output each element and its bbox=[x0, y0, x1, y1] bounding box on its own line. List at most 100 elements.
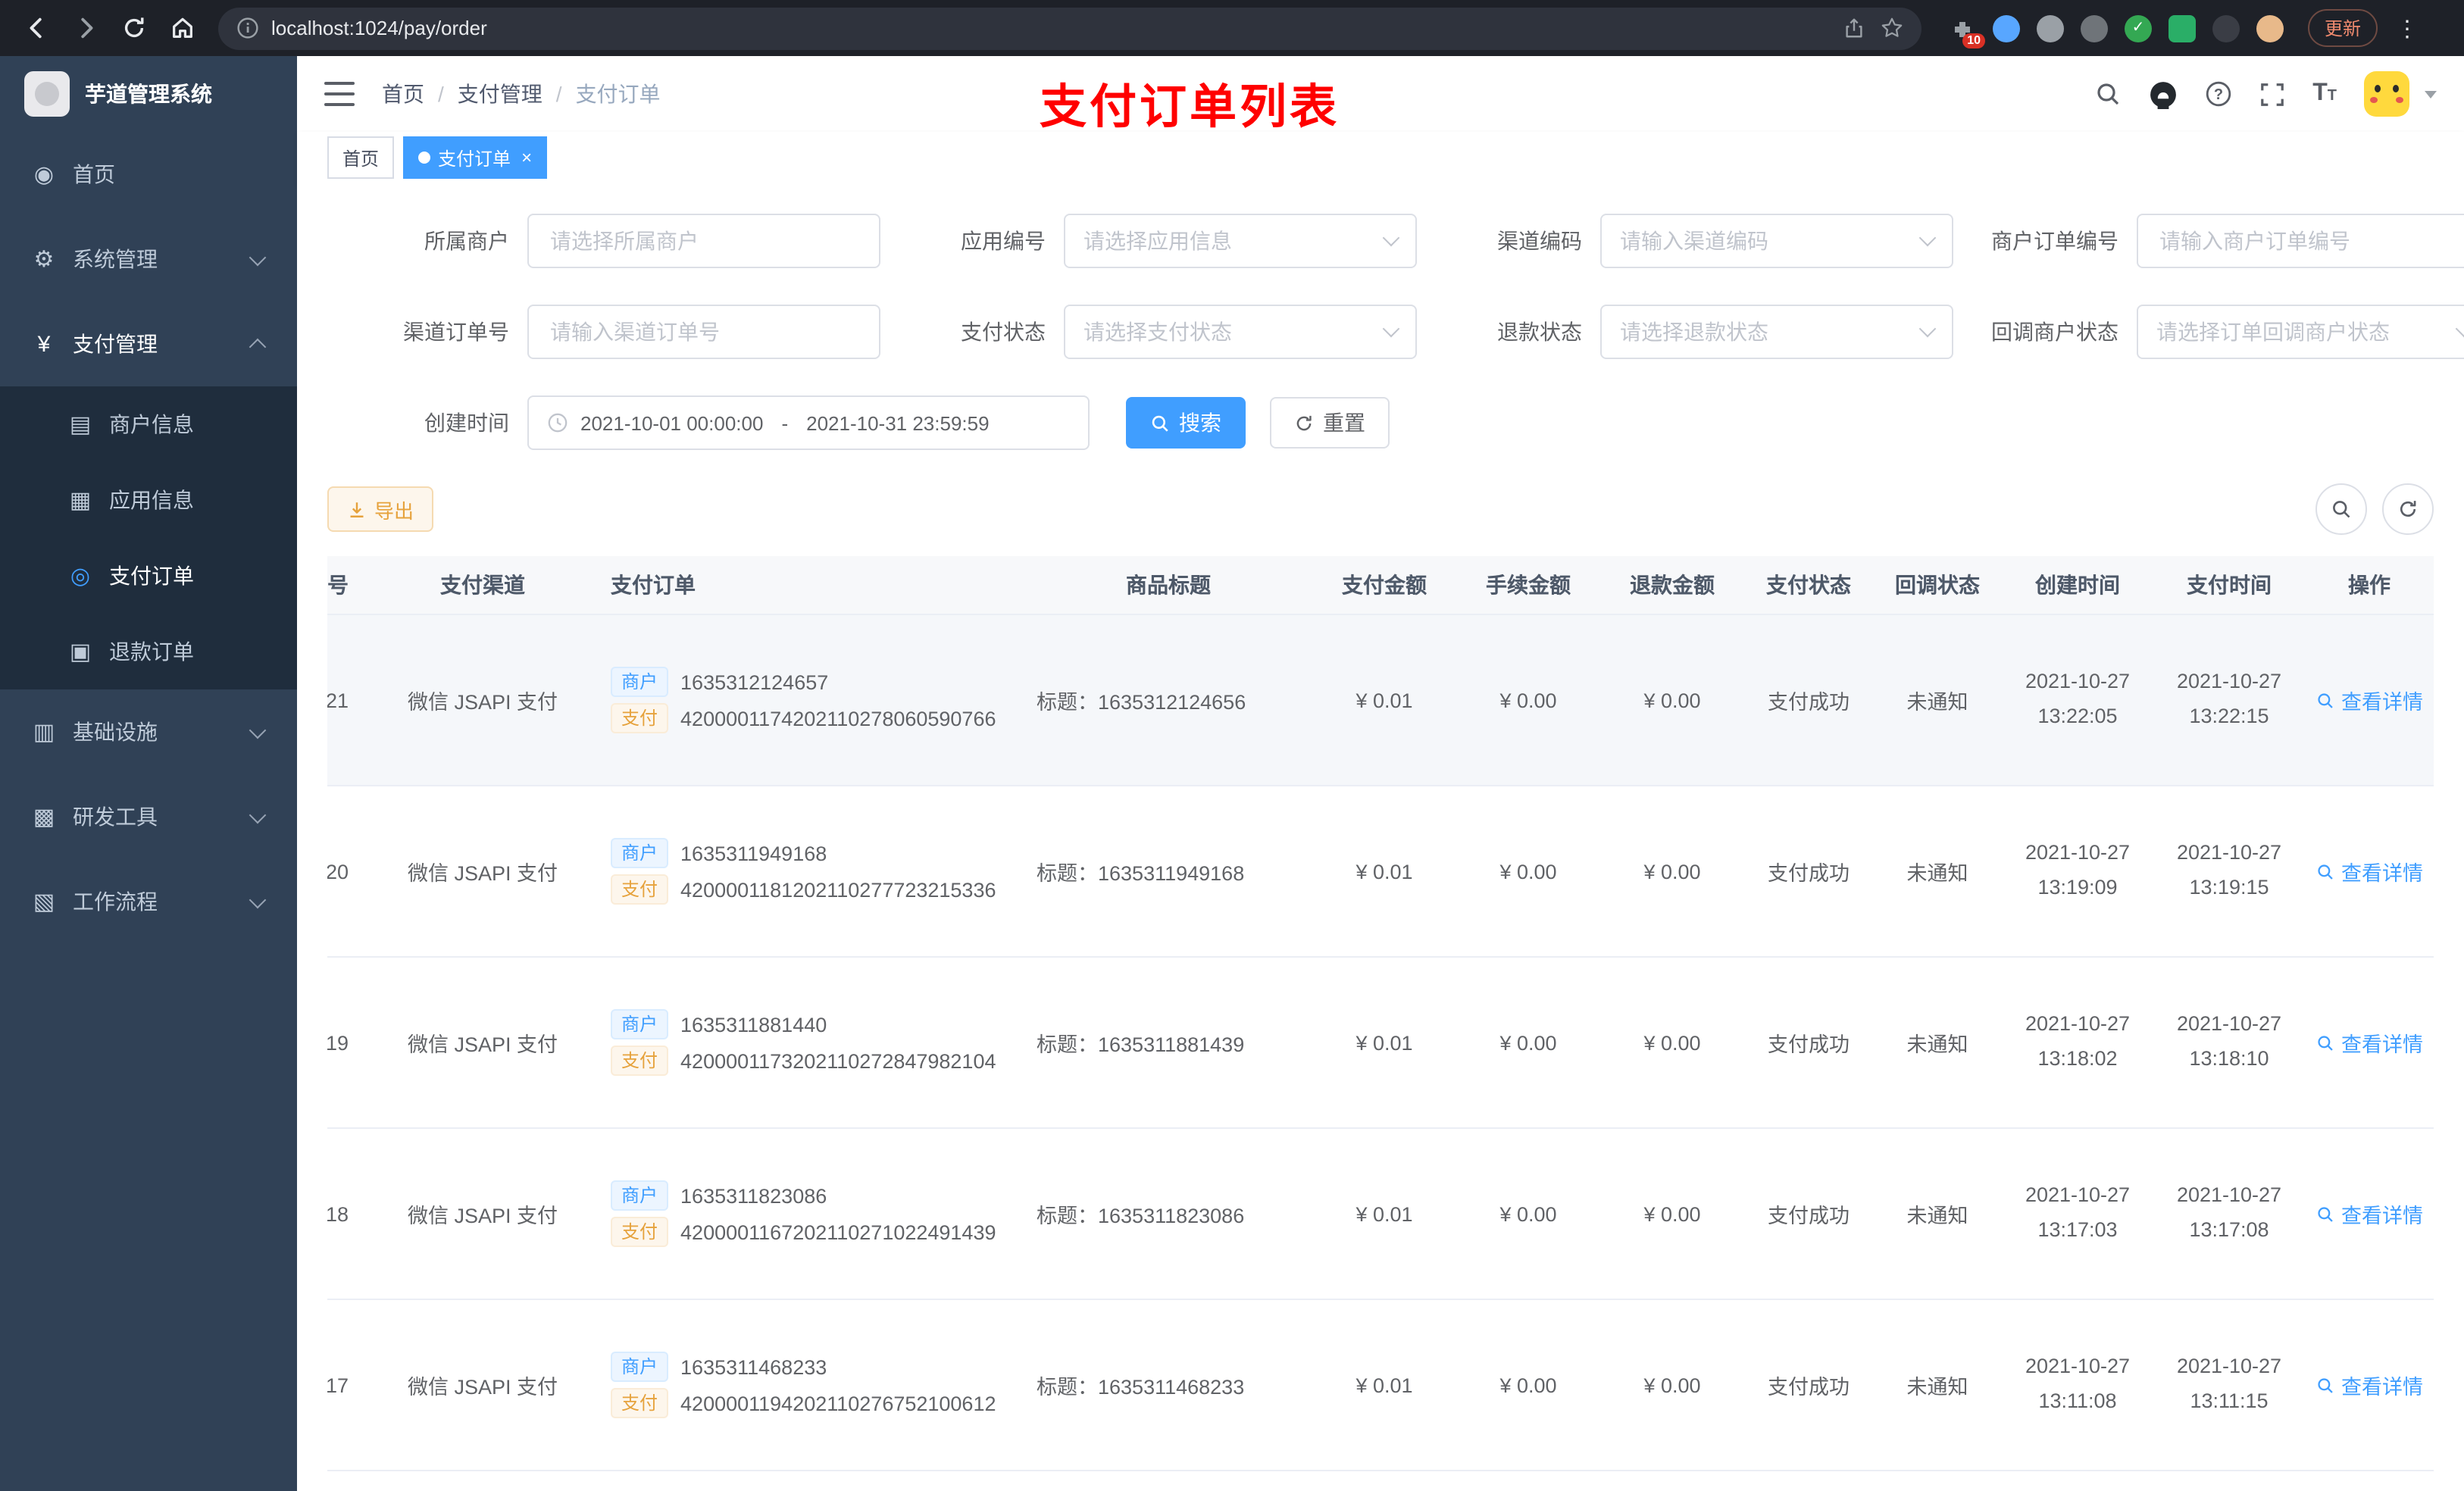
refresh-table-button[interactable] bbox=[2382, 483, 2434, 535]
table-row: 17 微信 JSAPI 支付 商户 1635311468233 支付 42000… bbox=[327, 1299, 2434, 1471]
sidebar-item-app-info[interactable]: ▦ 应用信息 bbox=[0, 462, 297, 538]
channel-order-no-field[interactable] bbox=[547, 318, 861, 345]
merchant-order-line: 商户 1635311881440 bbox=[611, 1009, 1023, 1039]
sidebar-item-system[interactable]: ⚙ 系统管理 bbox=[0, 217, 297, 302]
browser-extension-icon[interactable] bbox=[2212, 14, 2240, 42]
date-end: 2021-10-31 23:59:59 bbox=[806, 411, 990, 434]
sidebar-item-refund-order[interactable]: ▣ 退款订单 bbox=[0, 614, 297, 689]
browser-profile-icon[interactable] bbox=[2256, 14, 2284, 42]
browser-extension-icon[interactable]: ✓ bbox=[2125, 14, 2152, 42]
user-avatar[interactable] bbox=[2364, 71, 2409, 117]
column-header: 手续金额 bbox=[1456, 556, 1600, 615]
browser-extension-icon[interactable] bbox=[2169, 14, 2196, 42]
sidebar-item-dev-tools[interactable]: ▩ 研发工具 bbox=[0, 774, 297, 859]
browser-extension-icon[interactable] bbox=[1993, 14, 2020, 42]
product-title: 标题：1635311468233 bbox=[1024, 1299, 1312, 1471]
field-label: 回调商户状态 bbox=[1991, 320, 2118, 344]
chevron-down-icon bbox=[1918, 229, 1937, 247]
chevron-down-icon bbox=[1382, 229, 1400, 247]
sidebar-item-workflow[interactable]: ▧ 工作流程 bbox=[0, 859, 297, 944]
refund-status-select[interactable]: 请选择退款状态 bbox=[1600, 305, 1953, 359]
site-info-icon[interactable] bbox=[236, 17, 259, 39]
close-icon[interactable]: × bbox=[521, 147, 532, 168]
app-logo[interactable]: 芋道管理系统 bbox=[0, 56, 297, 132]
extensions-puzzle-icon[interactable]: 10 bbox=[1949, 14, 1985, 48]
sidebar-item-home[interactable]: ◉ 首页 bbox=[0, 132, 297, 217]
breadcrumb-item[interactable]: 首页 bbox=[382, 79, 424, 109]
sidebar-item-infra[interactable]: ▥ 基础设施 bbox=[0, 689, 297, 774]
sidebar-item-pay-order[interactable]: ◎ 支付订单 bbox=[0, 538, 297, 614]
app-title: 芋道管理系统 bbox=[85, 82, 212, 106]
extensions-badge: 10 bbox=[1962, 33, 1985, 48]
pay-status: 支付成功 bbox=[1744, 614, 1873, 786]
view-detail-link[interactable]: 查看详情 bbox=[2315, 1027, 2423, 1058]
briefcase-icon: ▧ bbox=[33, 889, 55, 915]
pay-amount: ¥ 0.01 bbox=[1312, 957, 1456, 1129]
view-detail-link[interactable]: 查看详情 bbox=[2315, 1370, 2423, 1400]
browser-home-button[interactable] bbox=[161, 7, 203, 49]
merchant-order-no-input[interactable] bbox=[2137, 214, 2464, 268]
fullscreen-icon[interactable] bbox=[2259, 81, 2285, 107]
pay-order-cell: 商户 1635311881440 支付 42000011732021102728… bbox=[593, 957, 1024, 1129]
header-actions: ? TT bbox=[2094, 71, 2437, 117]
filter-create-time: 创建时间 2021-10-01 00:00:00 - 2021-10-31 23… bbox=[327, 395, 1090, 450]
view-detail-link[interactable]: 查看详情 bbox=[2315, 685, 2423, 715]
merchant-order-no-field[interactable] bbox=[2156, 227, 2464, 255]
created-at: 2021-10-27 13:19:09 bbox=[2002, 786, 2153, 958]
merchant-input[interactable] bbox=[527, 214, 880, 268]
pay-badge: 支付 bbox=[611, 1217, 669, 1247]
notify-status: 未通知 bbox=[1873, 1128, 2002, 1300]
sidebar-item-label: 支付订单 bbox=[109, 564, 194, 588]
browser-menu-icon[interactable]: ⋮ bbox=[2396, 14, 2420, 42]
merchant-input-field[interactable] bbox=[547, 227, 861, 255]
channel-order-no-input[interactable] bbox=[527, 305, 880, 359]
browser-reload-button[interactable] bbox=[112, 7, 155, 49]
pay-order-no: 4200001181202110277723215336 bbox=[680, 878, 996, 901]
export-button[interactable]: 导出 bbox=[327, 486, 434, 532]
date-line: 2021-10-27 bbox=[2025, 841, 2131, 864]
pay-status: 支付成功 bbox=[1744, 1299, 1873, 1471]
address-bar[interactable]: localhost:1024/pay/order bbox=[218, 7, 1921, 49]
paid-at: 2021-10-27 13:11:15 bbox=[2153, 1299, 2305, 1471]
tab-pay-order[interactable]: 支付订单 × bbox=[403, 136, 548, 179]
app-select[interactable]: 请选择应用信息 bbox=[1064, 214, 1417, 268]
pay-status-select[interactable]: 请选择支付状态 bbox=[1064, 305, 1417, 359]
view-detail-link[interactable]: 查看详情 bbox=[2315, 1199, 2423, 1229]
github-icon[interactable] bbox=[2149, 80, 2178, 108]
sidebar-item-merchant-info[interactable]: ▤ 商户信息 bbox=[0, 386, 297, 462]
share-icon[interactable] bbox=[1843, 17, 1865, 39]
field-label: 创建时间 bbox=[424, 411, 509, 435]
pay-order-no: 4200001167202110271022491439 bbox=[680, 1221, 996, 1243]
help-icon[interactable]: ? bbox=[2205, 80, 2232, 108]
browser-forward-button[interactable] bbox=[64, 7, 106, 49]
browser-extension-icon[interactable] bbox=[2081, 14, 2108, 42]
tab-home[interactable]: 首页 bbox=[327, 136, 395, 179]
channel-code-select[interactable]: 请输入渠道编码 bbox=[1600, 214, 1953, 268]
pay-order-cell: 商户 1635311468233 支付 42000011942021102767… bbox=[593, 1299, 1024, 1471]
sidebar-collapse-button[interactable] bbox=[324, 82, 355, 106]
update-button[interactable]: 更新 bbox=[2308, 9, 2378, 47]
search-icon[interactable] bbox=[2094, 80, 2122, 108]
chevron-down-icon bbox=[249, 805, 267, 824]
date-range-picker[interactable]: 2021-10-01 00:00:00 - 2021-10-31 23:59:5… bbox=[527, 395, 1090, 450]
paid-at: 2021-10-27 13:19:15 bbox=[2153, 786, 2305, 958]
notify-status-select[interactable]: 请选择订单回调商户状态 bbox=[2137, 305, 2464, 359]
search-button[interactable]: 搜索 bbox=[1126, 397, 1246, 449]
bookmark-star-icon[interactable] bbox=[1881, 17, 1903, 39]
column-header: 编号 bbox=[327, 556, 373, 615]
merchant-order-no: 1635311823086 bbox=[680, 1184, 827, 1207]
browser-back-button[interactable] bbox=[15, 7, 58, 49]
chevron-up-icon bbox=[249, 338, 267, 356]
sidebar-item-payment[interactable]: ¥ 支付管理 bbox=[0, 302, 297, 386]
time-line: 13:18:02 bbox=[2037, 1047, 2118, 1070]
font-size-icon[interactable]: TT bbox=[2312, 81, 2337, 106]
reset-button[interactable]: 重置 bbox=[1270, 397, 1390, 449]
breadcrumb-separator: / bbox=[438, 82, 444, 106]
notify-status: 未通知 bbox=[1873, 1299, 2002, 1471]
show-search-toggle-button[interactable] bbox=[2315, 483, 2367, 535]
breadcrumb-item[interactable]: 支付管理 bbox=[458, 79, 543, 109]
browser-extension-icon[interactable] bbox=[2037, 14, 2064, 42]
pay-amount: ¥ 0.01 bbox=[1312, 614, 1456, 786]
view-detail-link[interactable]: 查看详情 bbox=[2315, 856, 2423, 886]
avatar-caret-icon[interactable] bbox=[2425, 90, 2437, 98]
